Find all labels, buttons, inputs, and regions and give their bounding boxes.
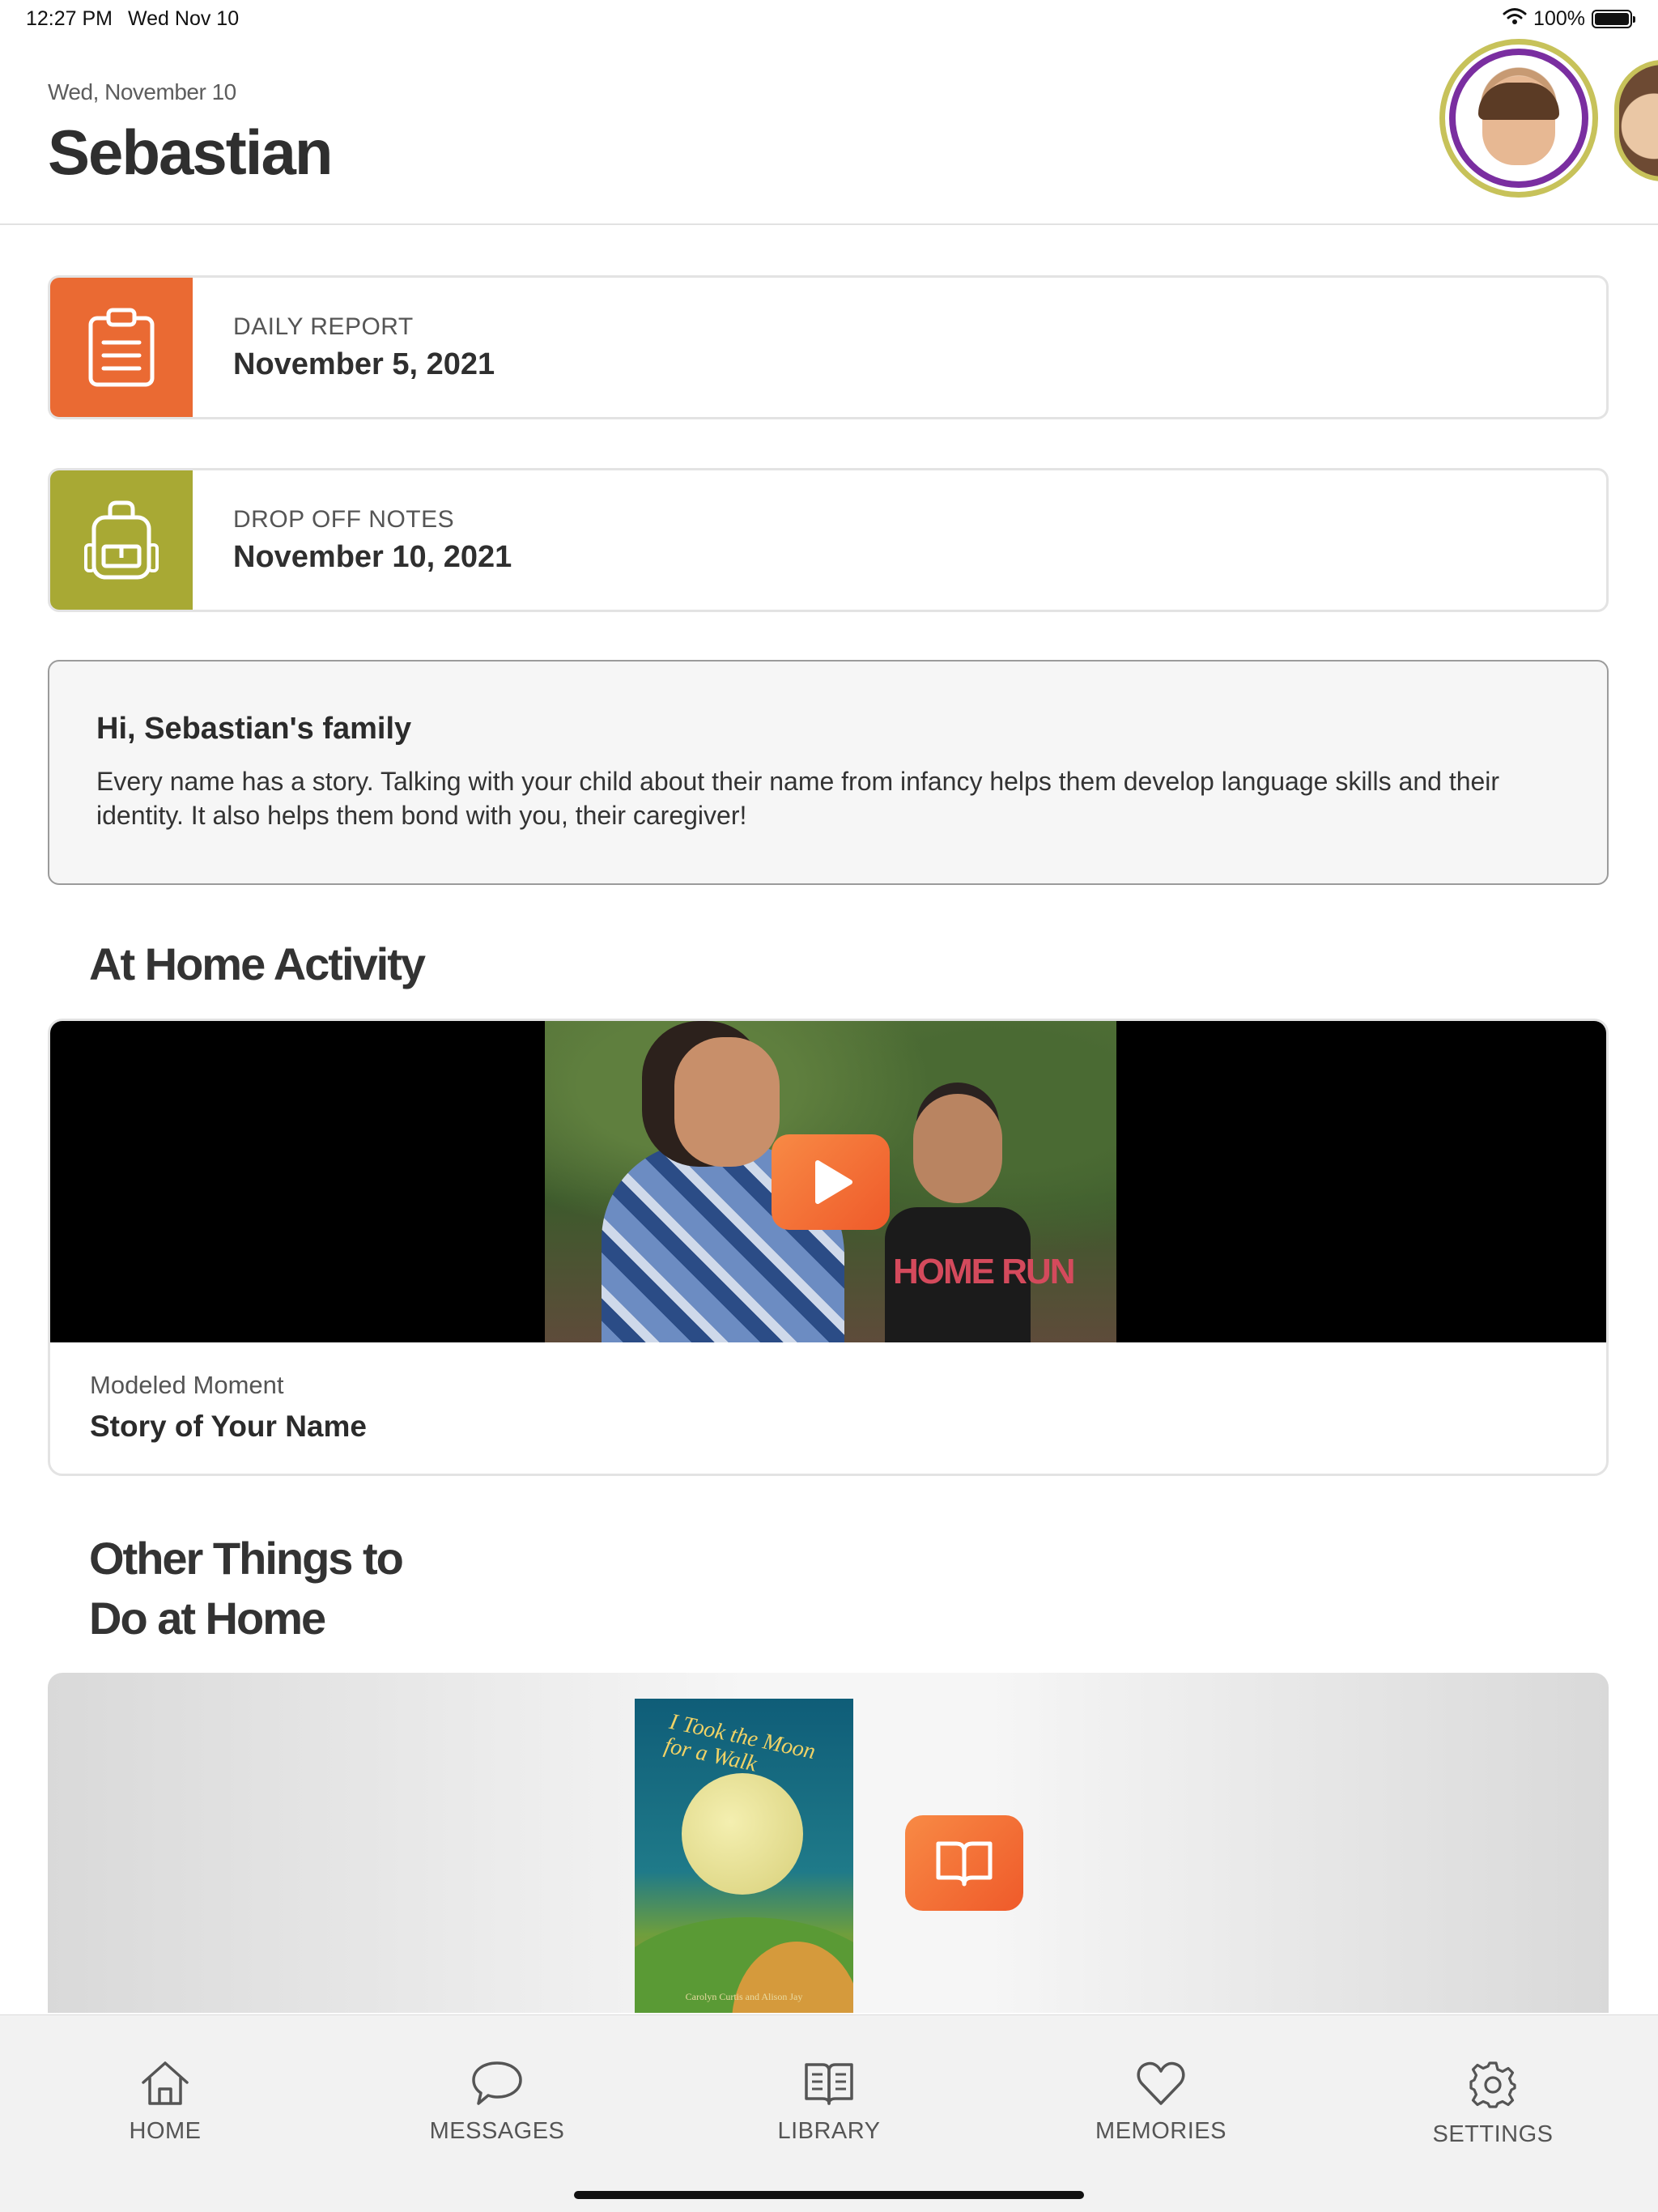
book-cover[interactable]: I Took the Moon for a Walk Carolyn Curti… [635,1699,853,2013]
home-indicator[interactable] [574,2191,1084,2199]
video-card[interactable]: HOME RUN Modeled Moment Story of Your Na… [48,1019,1609,1476]
moon-illustration [682,1773,803,1895]
other-things-card[interactable]: I Took the Moon for a Walk Carolyn Curti… [48,1673,1609,2013]
greeting-body: Every name has a story. Talking with you… [96,767,1500,830]
section-title-line1: Other Things to [89,1533,404,1584]
child-avatar-other[interactable] [1614,60,1658,181]
tab-memories[interactable]: MEMORIES [1064,2060,1258,2145]
video-caption-title: Story of Your Name [90,1410,367,1443]
read-book-button[interactable] [905,1815,1023,1911]
battery-percent: 100% [1533,7,1585,30]
chat-bubble-icon [472,2061,522,2105]
header: Wed, November 10 Sebastian [0,39,1658,225]
gear-icon [1469,2061,1516,2108]
drop-off-notes-card[interactable]: DROP OFF NOTES November 10, 2021 [48,468,1609,612]
battery-icon [1592,10,1635,28]
video-player[interactable]: HOME RUN [50,1021,1606,1342]
clipboard-icon [50,278,193,417]
play-icon [815,1160,852,1204]
status-indicators: 100% [1503,7,1635,31]
section-title-line2: Do at Home [89,1593,326,1644]
video-caption-label: Modeled Moment [90,1371,284,1399]
daily-report-card[interactable]: DAILY REPORT November 5, 2021 [48,275,1609,419]
status-date: Wed Nov 10 [128,7,240,30]
daily-report-label: DAILY REPORT [233,313,414,340]
tab-home[interactable]: HOME [68,2060,262,2145]
greeting-panel: Hi, Sebastian's family Every name has a … [48,660,1609,885]
tab-label-library: LIBRARY [777,2118,881,2144]
status-bar: 12:27 PM Wed Nov 10 100% [0,0,1658,39]
avatar [1449,49,1588,188]
section-title-at-home: At Home Activity [89,938,426,989]
tab-bar: HOME MESSAGES LIBRARY MEMORIES SETTINGS [0,2014,1658,2212]
page-title: Sebastian [48,117,333,188]
open-book-icon [805,2063,853,2105]
wifi-icon [1503,7,1527,31]
heart-icon [1137,2061,1185,2105]
open-book-icon [936,1841,993,1887]
home-icon [142,2061,189,2105]
tab-label-home: HOME [129,2118,202,2144]
tab-label-memories: MEMORIES [1095,2118,1226,2144]
tab-messages[interactable]: MESSAGES [400,2060,594,2145]
tab-library[interactable]: LIBRARY [732,2060,926,2145]
video-caption: Modeled Moment Story of Your Name [90,1371,367,1444]
child-avatar-selected[interactable] [1439,39,1598,198]
daily-report-date: November 5, 2021 [233,347,495,381]
header-date: Wed, November 10 [48,79,236,104]
drop-off-notes-label: DROP OFF NOTES [233,506,455,533]
drop-off-notes-date: November 10, 2021 [233,540,512,574]
thumbnail-shirt-text: HOME RUN [893,1252,1076,1291]
section-title-other-things: Other Things to Do at Home [89,1529,404,1648]
book-authors: Carolyn Curtis and Alison Jay [685,1991,803,2002]
play-button[interactable] [772,1134,890,1230]
tab-label-messages: MESSAGES [429,2118,565,2144]
tab-label-settings: SETTINGS [1432,2121,1554,2147]
tab-settings[interactable]: SETTINGS [1396,2060,1590,2148]
backpack-icon [50,470,193,610]
status-time: 12:27 PM [26,7,113,30]
greeting-title: Hi, Sebastian's family [96,712,412,746]
